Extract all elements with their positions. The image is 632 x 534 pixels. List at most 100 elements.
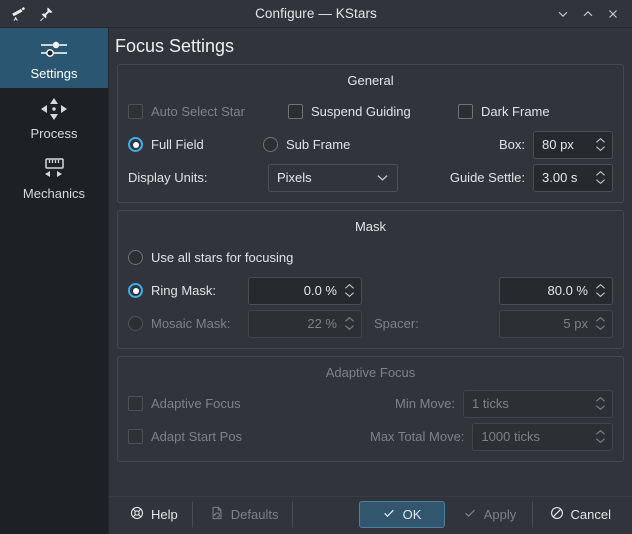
adaptive-focus-group-title: Adaptive Focus	[325, 365, 416, 380]
min-move-value: 1 ticks	[472, 396, 509, 411]
spinner-arrows-icon	[592, 316, 608, 331]
ok-button-label: OK	[402, 507, 422, 522]
checkbox-box	[128, 429, 143, 444]
help-button[interactable]: Help	[115, 501, 193, 528]
spinner-arrows-icon	[341, 316, 357, 331]
title-bar-left-icons	[0, 5, 55, 23]
full-field-radio[interactable]: Full Field	[128, 137, 263, 152]
chevron-down-icon	[376, 170, 389, 185]
sidebar-item-label: Process	[30, 125, 78, 141]
sidebar-item-mechanics[interactable]: Mechanics	[0, 148, 108, 208]
content-area: Focus Settings General Auto Select Star …	[108, 28, 632, 534]
minimize-button[interactable]	[552, 3, 574, 25]
apply-button-label: Apply	[483, 507, 517, 522]
settings-panels: General Auto Select Star Suspend Guiding	[109, 64, 632, 496]
ruler-icon	[37, 156, 71, 182]
radio-circle	[128, 283, 143, 298]
sidebar-item-label: Mechanics	[22, 185, 86, 201]
check-icon	[382, 506, 396, 523]
move-arrows-icon	[37, 96, 71, 122]
max-total-move-spinbox: 1000 ticks	[472, 422, 613, 451]
use-all-stars-label: Use all stars for focusing	[151, 250, 294, 265]
guide-settle-value: 3.00 s	[542, 170, 578, 185]
max-total-move-value: 1000 ticks	[481, 429, 540, 444]
radio-circle	[128, 316, 143, 331]
ring-mask-row: Ring Mask: 0.0 % 80.0 %	[128, 274, 613, 307]
display-units-value: Pixels	[277, 170, 312, 185]
apply-button: Apply	[446, 501, 533, 528]
guide-settle-spinbox[interactable]: 3.00 s	[533, 163, 613, 192]
min-move-label: Min Move:	[395, 396, 455, 411]
checkbox-box	[128, 104, 143, 119]
spinner-arrows-icon	[592, 396, 608, 411]
page-title: Focus Settings	[115, 36, 235, 56]
dark-frame-checkbox[interactable]: Dark Frame	[458, 104, 550, 119]
radio-circle	[263, 137, 278, 152]
mosaic-spacer-value: 5 px	[563, 316, 588, 331]
ring-mask-radio[interactable]: Ring Mask:	[128, 283, 248, 298]
lifebuoy-icon	[130, 506, 144, 523]
use-all-stars-row: Use all stars for focusing	[128, 241, 613, 274]
help-button-label: Help	[151, 507, 178, 522]
adaptive-focus-row: Adaptive Focus Min Move: 1 ticks	[128, 387, 613, 420]
mosaic-mask-tile-spinbox: 22 %	[248, 309, 362, 338]
adaptive-focus-checkbox: Adaptive Focus	[128, 396, 388, 411]
adapt-start-pos-row: Adapt Start Pos Max Total Move: 1000 tic…	[128, 420, 613, 453]
suspend-guiding-checkbox[interactable]: Suspend Guiding	[288, 104, 458, 119]
checkbox-box	[288, 104, 303, 119]
window-body: Settings Process Mechanics Focus Setting…	[0, 28, 632, 534]
defaults-button: Defaults	[194, 501, 294, 528]
cancel-button[interactable]: Cancel	[534, 501, 626, 528]
window-title: Configure — KStars	[255, 6, 377, 21]
use-all-stars-radio[interactable]: Use all stars for focusing	[128, 250, 293, 265]
document-reset-icon	[210, 506, 224, 523]
sub-frame-radio[interactable]: Sub Frame	[263, 137, 350, 152]
title-bar: Configure — KStars	[0, 0, 632, 28]
guide-settle-label: Guide Settle:	[449, 170, 525, 185]
ring-mask-label: Ring Mask:	[151, 283, 217, 298]
display-units-row: Display Units: Pixels Guide Settle: 3.00…	[128, 161, 613, 194]
checkbox-box	[128, 396, 143, 411]
auto-select-star-checkbox: Auto Select Star	[128, 104, 288, 119]
sidebar-item-label: Settings	[30, 65, 78, 81]
mosaic-spacer-spinbox: 5 px	[499, 309, 613, 338]
dark-frame-label: Dark Frame	[481, 104, 550, 119]
full-field-label: Full Field	[151, 137, 204, 152]
max-total-move-label: Max Total Move:	[370, 429, 465, 444]
pin-icon[interactable]	[37, 5, 55, 23]
spinner-arrows-icon[interactable]	[592, 283, 608, 298]
general-field-row: Full Field Sub Frame Box: 80 px	[128, 128, 613, 161]
adaptive-focus-groupbox: Adaptive Focus Adaptive Focus Min Move: …	[117, 356, 624, 462]
ring-mask-inner-spinbox[interactable]: 0.0 %	[248, 276, 362, 305]
mosaic-mask-radio: Mosaic Mask:	[128, 316, 248, 331]
radio-circle	[128, 137, 143, 152]
spinner-arrows-icon[interactable]	[592, 137, 608, 152]
ring-mask-inner-value: 0.0 %	[303, 283, 337, 298]
checkbox-box	[458, 104, 473, 119]
sliders-icon	[37, 36, 71, 62]
maximize-button[interactable]	[577, 3, 599, 25]
window-controls	[552, 3, 632, 25]
ring-mask-outer-spinbox[interactable]: 80.0 %	[499, 276, 613, 305]
adapt-start-pos-checkbox: Adapt Start Pos	[128, 429, 370, 444]
button-bar-spacer	[295, 501, 356, 528]
min-move-spinbox: 1 ticks	[463, 389, 613, 418]
dialog-button-bar: Help Defaults OK Apply Cancel	[109, 496, 632, 534]
spacer-label: Spacer:	[374, 316, 419, 331]
cancel-icon	[550, 506, 564, 523]
spinner-arrows-icon[interactable]	[341, 283, 357, 298]
mosaic-mask-label: Mosaic Mask:	[151, 316, 231, 331]
sidebar-item-process[interactable]: Process	[0, 88, 108, 148]
box-spinbox[interactable]: 80 px	[533, 130, 613, 159]
mosaic-mask-tile-value: 22 %	[307, 316, 337, 331]
ring-mask-outer-value: 80.0 %	[547, 283, 588, 298]
box-value: 80 px	[542, 137, 574, 152]
mosaic-mask-row: Mosaic Mask: 22 % Spacer: 5 px	[128, 307, 613, 340]
close-button[interactable]	[602, 3, 624, 25]
display-units-combobox[interactable]: Pixels	[268, 163, 398, 192]
adapt-start-pos-label: Adapt Start Pos	[151, 429, 243, 444]
ok-button[interactable]: OK	[358, 501, 445, 528]
spinner-arrows-icon[interactable]	[592, 170, 608, 185]
sidebar-item-settings[interactable]: Settings	[0, 28, 108, 88]
sidebar: Settings Process Mechanics	[0, 28, 108, 534]
